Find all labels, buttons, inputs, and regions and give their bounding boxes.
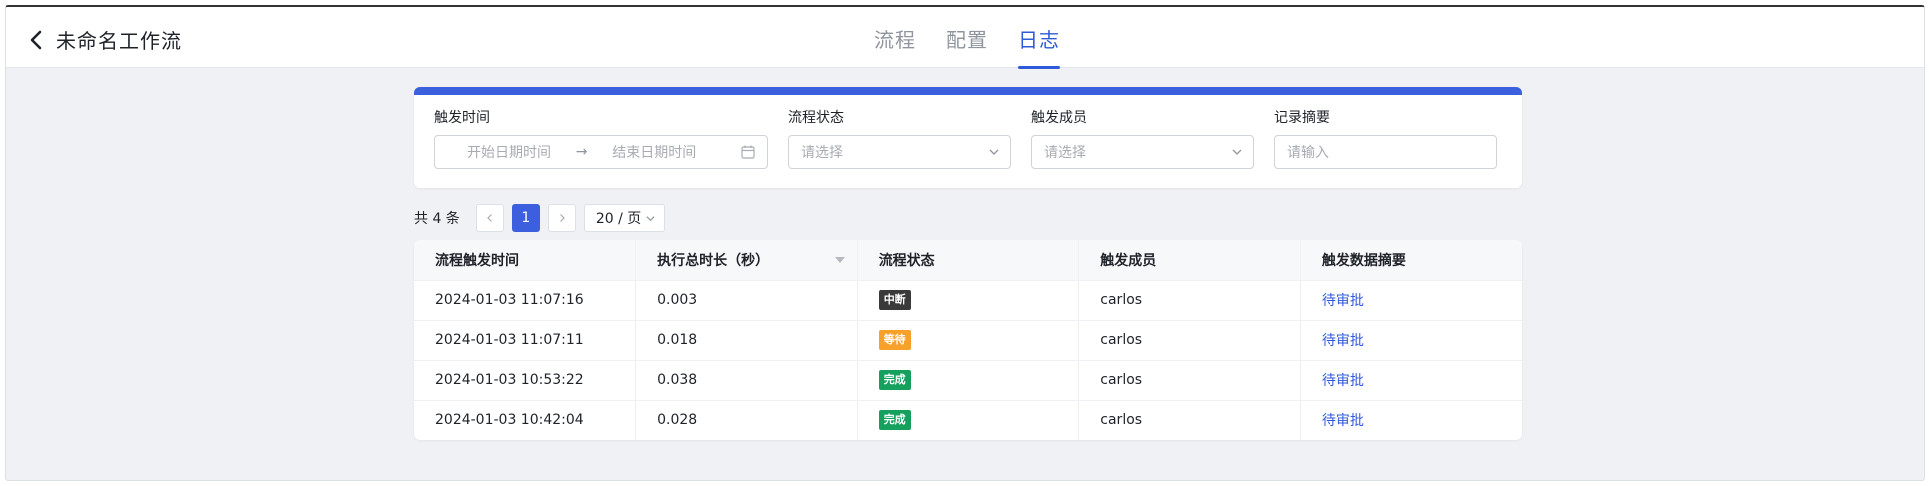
summary-link[interactable]: 待审批: [1322, 413, 1364, 429]
filter-panel: 触发时间 开始日期时间 → 结束日期时间 流程状态 请选择 触发成员 请选择 记…: [414, 87, 1522, 188]
log-table: 流程触发时间 执行总时长（秒） 流程状态 触发成员 触发数据摘要 2024-01…: [414, 240, 1522, 440]
chevron-left-icon: [486, 214, 492, 222]
status-placeholder: 请选择: [801, 145, 843, 161]
prev-page-button[interactable]: [475, 204, 504, 232]
status-badge: 等待: [878, 330, 911, 350]
cell-duration: 0.028: [635, 400, 858, 440]
log-table-card: 流程触发时间 执行总时长（秒） 流程状态 触发成员 触发数据摘要 2024-01…: [414, 240, 1522, 440]
summary-link[interactable]: 待审批: [1322, 373, 1364, 389]
cell-summary: 待审批: [1300, 400, 1522, 440]
summary-link[interactable]: 待审批: [1322, 293, 1364, 309]
cell-status: 中断: [857, 280, 1080, 321]
summary-placeholder: 请输入: [1287, 145, 1329, 161]
member-placeholder: 请选择: [1044, 145, 1086, 161]
status-select[interactable]: 请选择: [788, 135, 1011, 169]
chevron-right-icon: [559, 214, 565, 222]
status-field: 流程状态 请选择: [788, 107, 1011, 169]
col-summary: 触发数据摘要: [1300, 240, 1522, 281]
table-row: 2024-01-03 10:42:04 0.028 完成 carlos 待审批: [414, 400, 1522, 440]
page-size-select[interactable]: 20 / 页: [583, 204, 666, 232]
cell-duration: 0.018: [635, 320, 858, 361]
cell-member: carlos: [1078, 400, 1301, 440]
col-duration[interactable]: 执行总时长（秒）: [635, 240, 858, 281]
tab-flow[interactable]: 流程: [874, 7, 916, 68]
cell-time: 2024-01-03 10:42:04: [414, 400, 637, 440]
member-select[interactable]: 请选择: [1031, 135, 1254, 169]
end-date-placeholder[interactable]: 结束日期时间: [612, 142, 696, 162]
start-date-placeholder[interactable]: 开始日期时间: [467, 142, 551, 162]
calendar-icon: [741, 145, 755, 159]
page-size-value: 20 / 页: [595, 211, 642, 227]
cell-status: 完成: [857, 400, 1080, 440]
top-bar: 未命名工作流 流程 配置 日志: [6, 7, 1924, 69]
cell-summary: 待审批: [1300, 280, 1522, 321]
status-badge: 中断: [878, 290, 911, 310]
chevron-down-icon: [1232, 149, 1242, 155]
chevron-down-icon: [989, 149, 999, 155]
cell-status: 等待: [857, 320, 1080, 361]
status-label: 流程状态: [788, 110, 844, 126]
tab-log[interactable]: 日志: [1018, 7, 1060, 69]
trigger-time-label: 触发时间: [434, 110, 490, 126]
table-header-row: 流程触发时间 执行总时长（秒） 流程状态 触发成员 触发数据摘要: [414, 240, 1522, 281]
tab-config[interactable]: 配置: [946, 7, 988, 68]
cell-duration: 0.038: [635, 360, 858, 401]
cell-status: 完成: [857, 360, 1080, 401]
back-button[interactable]: 未命名工作流: [28, 25, 182, 54]
sort-down-icon[interactable]: [834, 257, 845, 263]
cell-member: carlos: [1078, 360, 1301, 401]
trigger-time-field: 触发时间 开始日期时间 → 结束日期时间: [434, 107, 768, 169]
status-badge: 完成: [878, 410, 911, 431]
table-row: 2024-01-03 11:07:16 0.003 中断 carlos 待审批: [414, 280, 1522, 321]
range-arrow: →: [575, 144, 588, 160]
member-field: 触发成员 请选择: [1031, 107, 1254, 169]
summary-link[interactable]: 待审批: [1322, 333, 1364, 349]
tab-bar: 流程 配置 日志: [874, 7, 1090, 69]
chevron-down-icon: [646, 215, 655, 221]
page-button-current[interactable]: 1: [511, 204, 540, 232]
cell-summary: 待审批: [1300, 360, 1522, 401]
member-label: 触发成员: [1031, 110, 1087, 126]
total-count: 共 4 条: [414, 211, 460, 227]
cell-time: 2024-01-03 10:53:22: [414, 360, 637, 401]
cell-member: carlos: [1078, 320, 1301, 361]
table-row: 2024-01-03 10:53:22 0.038 完成 carlos 待审批: [414, 360, 1522, 401]
summary-field: 记录摘要 请输入: [1274, 107, 1497, 169]
cell-time: 2024-01-03 11:07:11: [414, 320, 637, 361]
pagination: 共 4 条 1 20 / 页: [414, 204, 666, 232]
col-duration-label: 执行总时长（秒）: [657, 252, 770, 269]
next-page-button[interactable]: [547, 204, 576, 232]
summary-label: 记录摘要: [1274, 110, 1330, 126]
cell-summary: 待审批: [1300, 320, 1522, 361]
table-row: 2024-01-03 11:07:11 0.018 等待 carlos 待审批: [414, 320, 1522, 361]
app-window: 未命名工作流 流程 配置 日志 触发时间 开始日期时间 → 结束日期时间 流程状…: [5, 5, 1925, 481]
cell-member: carlos: [1078, 280, 1301, 321]
col-trigger-time: 流程触发时间: [414, 240, 637, 281]
col-member: 触发成员: [1078, 240, 1301, 281]
chevron-left-icon: [30, 30, 42, 49]
cell-time: 2024-01-03 11:07:16: [414, 280, 637, 321]
workflow-title: 未命名工作流: [56, 29, 182, 53]
date-range-picker[interactable]: 开始日期时间 → 结束日期时间: [434, 135, 768, 169]
cell-duration: 0.003: [635, 280, 858, 321]
col-status: 流程状态: [857, 240, 1080, 281]
status-badge: 完成: [878, 370, 911, 390]
summary-input[interactable]: 请输入: [1274, 135, 1497, 169]
